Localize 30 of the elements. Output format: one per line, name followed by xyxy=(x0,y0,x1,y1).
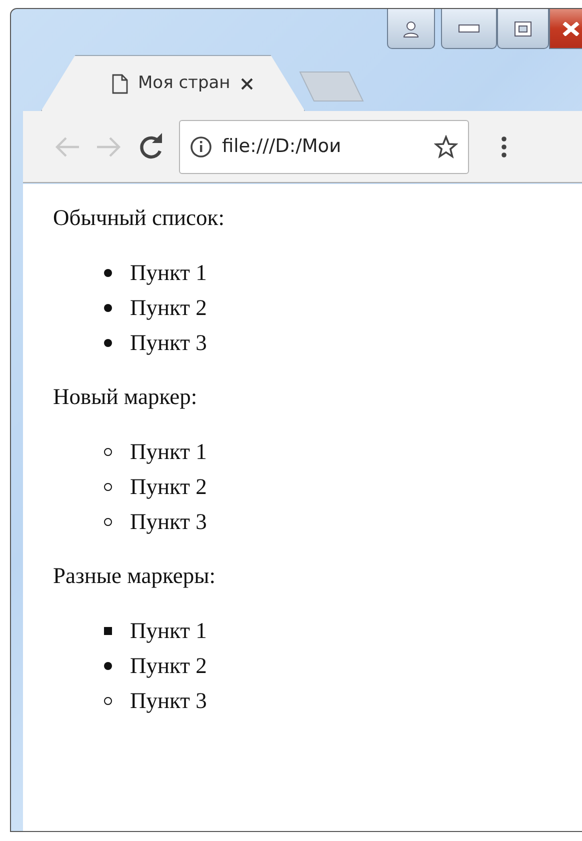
star-icon[interactable] xyxy=(434,134,458,158)
list-item: Пункт 2 xyxy=(130,473,207,501)
list-item: Пункт 1 xyxy=(130,617,207,645)
reload-button[interactable] xyxy=(137,132,165,160)
restore-icon xyxy=(514,20,532,36)
list-heading: Новый маркер: xyxy=(53,383,198,411)
list-heading: Обычный список: xyxy=(53,204,226,232)
list-item: Пункт 2 xyxy=(130,652,207,680)
list-item: Пункт 3 xyxy=(130,687,207,715)
address-bar[interactable]: file:///D:/Мои xyxy=(179,120,469,174)
list-item: Пункт 3 xyxy=(130,329,207,357)
close-window-button[interactable] xyxy=(549,9,582,49)
info-icon xyxy=(190,136,212,158)
close-icon xyxy=(562,22,580,36)
minimize-icon xyxy=(458,24,480,33)
list-heading: Разные маркеры: xyxy=(53,562,216,590)
list-item: Пункт 3 xyxy=(130,508,207,536)
person-icon xyxy=(402,20,420,38)
maximize-button[interactable] xyxy=(497,9,549,49)
list-item: Пункт 1 xyxy=(130,438,207,466)
list-item: Пункт 1 xyxy=(130,259,207,287)
page-icon xyxy=(112,74,128,94)
close-icon[interactable] xyxy=(240,76,254,90)
list-item: Пункт 2 xyxy=(130,294,207,322)
minimize-button[interactable] xyxy=(441,9,497,49)
profile-button[interactable] xyxy=(387,9,435,49)
menu-icon[interactable] xyxy=(501,134,507,158)
address-text: file:///D:/Мои xyxy=(222,134,342,159)
tab-title: Моя стран xyxy=(138,72,230,95)
browser-tab[interactable]: Моя стран xyxy=(41,55,305,111)
